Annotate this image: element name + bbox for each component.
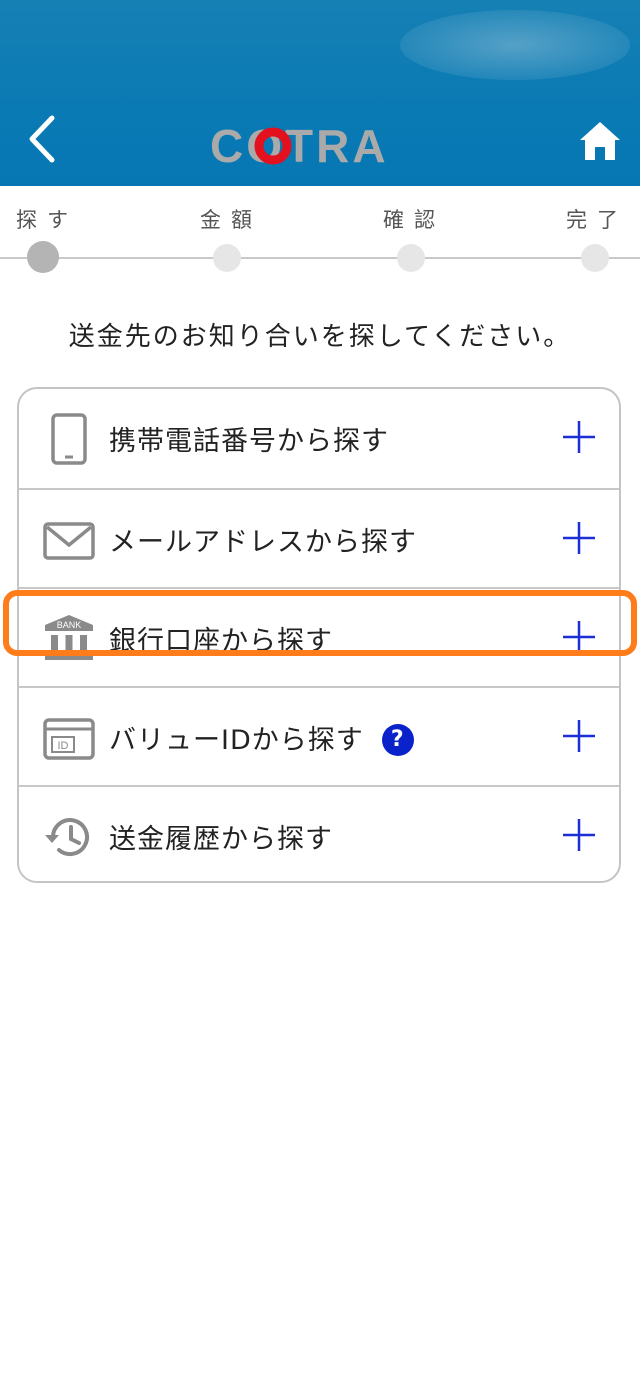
plus-icon [563,819,595,851]
option-label-with-help: バリューIDから探す? [109,718,414,757]
bank-icon: BANK [45,615,93,660]
history-icon [45,818,89,856]
app-header: COTRA [0,0,640,186]
smartphone-icon [51,413,87,465]
step-dot-search [27,241,59,273]
mail-icon [43,522,95,560]
option-bank[interactable]: BANK 銀行口座から探す [19,587,619,688]
id-card-icon: ID [43,718,95,760]
back-button[interactable] [22,112,72,166]
progress-line [0,257,640,259]
instruction-text: 送金先のお知り合いを探してください。 [68,322,572,352]
option-label: 携帯電話番号から探す [109,426,389,457]
help-icon[interactable]: ? [381,724,414,756]
logo-text: COTRA [210,120,389,170]
option-email[interactable]: メールアドレスから探す [19,488,619,589]
search-options-list: 携帯電話番号から探す メールアドレスから探す BANK 銀行口座から探す ID … [17,387,621,883]
option-label: 銀行口座から探す [109,626,333,657]
option-label: 送金履歴から探す [109,824,333,855]
plus-icon [563,621,595,653]
option-value-id[interactable]: ID バリューIDから探す? [19,686,619,787]
step-dot-complete [581,244,609,272]
step-label-confirm: 確認 [383,208,445,232]
cotra-logo: COTRA [210,120,389,170]
step-label-search: 探す [16,208,78,232]
id-icon-text: ID [58,740,69,752]
plus-icon [563,522,595,554]
progress-steps: 探す 金額 確認 完了 [0,186,640,286]
home-icon [580,122,620,160]
option-label: バリューIDから探す [109,725,364,756]
header-decoration [400,10,630,80]
plus-icon [563,421,595,453]
step-dot-amount [213,244,241,272]
option-history[interactable]: 送金履歴から探す [19,785,619,886]
option-phone[interactable]: 携帯電話番号から探す [19,389,619,488]
bank-icon-text: BANK [57,620,82,630]
home-button[interactable] [576,118,624,164]
option-label: メールアドレスから探す [109,527,417,558]
chevron-left-icon [29,115,55,163]
plus-icon [563,720,595,752]
step-dot-confirm [397,244,425,272]
step-label-complete: 完了 [566,208,628,232]
step-label-amount: 金額 [200,208,262,232]
